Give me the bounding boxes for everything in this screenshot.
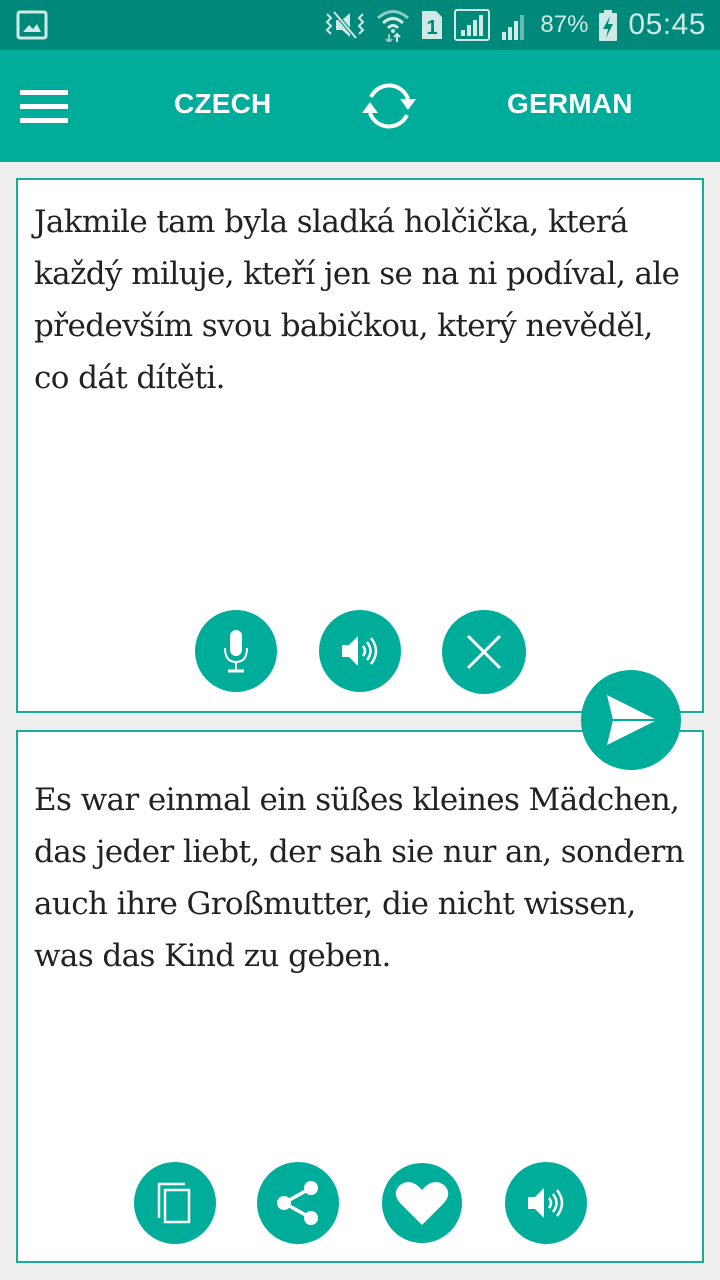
hamburger-menu-icon[interactable] [20,90,68,124]
translated-text-panel: Es war einmal ein süßes kleines Mädchen,… [16,730,704,1263]
copy-button[interactable] [134,1162,216,1244]
svg-text:1: 1 [427,17,438,39]
signal-sim1-icon [454,9,491,41]
translate-button[interactable] [581,670,681,770]
clock: 05:45 [628,8,706,41]
target-language-button[interactable]: GERMAN [507,88,633,120]
app-bar: CZECH GERMAN [0,50,720,162]
battery-charging-icon [599,10,618,41]
gallery-notification-icon [16,10,48,40]
close-icon [466,634,502,670]
microphone-button[interactable] [195,610,277,692]
source-language-button[interactable]: CZECH [174,88,271,120]
microphone-icon [224,630,248,673]
speak-translation-button[interactable] [505,1162,587,1244]
clear-text-button[interactable] [442,610,526,694]
share-icon [277,1181,318,1225]
translated-text: Es war einmal ein süßes kleines Mädchen,… [34,782,685,974]
favorite-button[interactable] [382,1163,462,1243]
sim-1-icon: 1 [422,11,443,39]
status-bar: 1 87% 05:45 [0,0,720,50]
swap-languages-icon[interactable] [356,77,422,135]
signal-sim2-icon [502,15,525,40]
speaker-icon [528,1188,564,1218]
send-icon [607,695,657,745]
battery-percent: 87% [540,11,589,38]
vibrate-mute-icon [325,10,365,40]
speaker-icon [342,636,378,666]
source-text-panel: Jakmile tam byla sladká holčička, která … [16,178,704,713]
copy-icon [157,1182,191,1224]
speak-source-button[interactable] [319,610,401,692]
source-text-input[interactable]: Jakmile tam byla sladká holčička, která … [34,196,686,404]
heart-icon [395,1182,449,1225]
share-button[interactable] [257,1162,339,1244]
wifi-icon [377,10,410,42]
